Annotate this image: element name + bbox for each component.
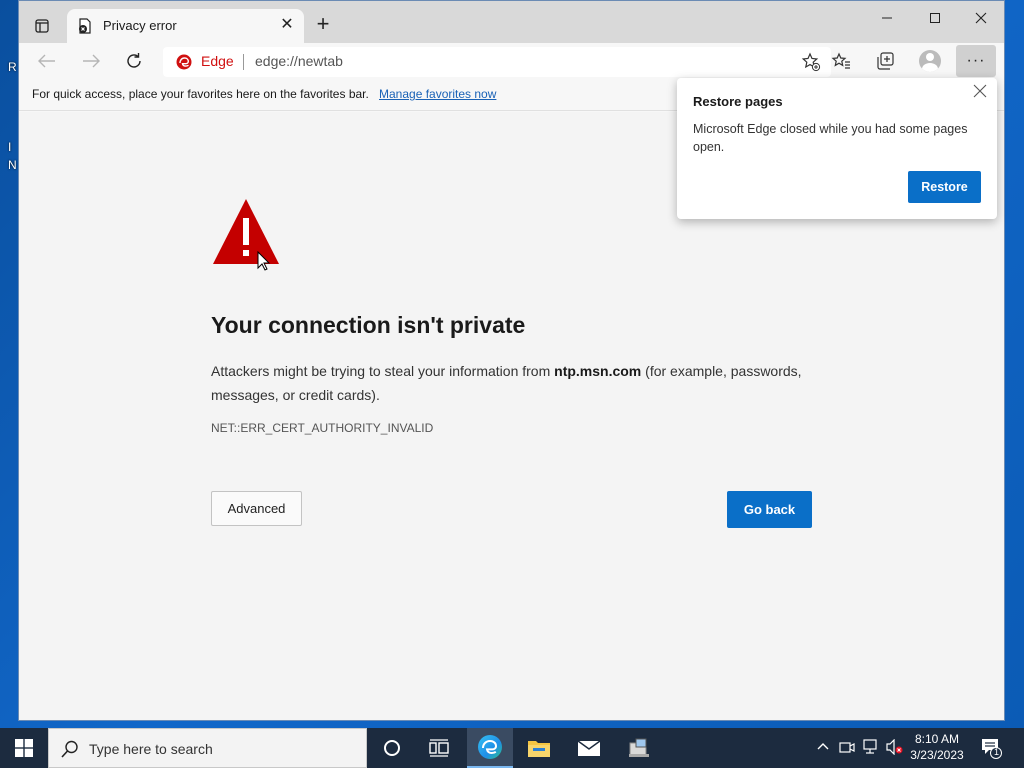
edge-taskbar-icon[interactable]: [467, 728, 513, 768]
mouse-cursor-icon: [257, 250, 271, 271]
add-favorite-icon[interactable]: [801, 52, 821, 72]
volume-muted-icon[interactable]: [886, 738, 903, 757]
collections-icon[interactable]: [870, 47, 900, 75]
search-icon: [61, 740, 79, 758]
forward-arrow-icon[interactable]: [77, 47, 105, 75]
address-separator: [243, 54, 244, 70]
close-popup-icon[interactable]: [971, 83, 989, 101]
show-hidden-icons-chevron-icon[interactable]: [815, 739, 831, 757]
back-arrow-icon[interactable]: [33, 47, 61, 75]
cortana-icon[interactable]: [369, 728, 415, 768]
error-code: NET::ERR_CERT_AUTHORITY_INVALID: [211, 421, 434, 435]
error-description-prefix: Attackers might be trying to steal your …: [211, 363, 555, 379]
edge-warning-icon: [176, 54, 192, 70]
search-placeholder: Type here to search: [89, 741, 213, 757]
refresh-icon[interactable]: [120, 47, 148, 75]
browser-window: Privacy error ✕ + Edge edge://newtab ···…: [18, 0, 1005, 721]
site-info-label[interactable]: Edge: [201, 53, 234, 69]
error-description: Attackers might be trying to steal your …: [211, 359, 821, 407]
file-explorer-icon[interactable]: [516, 728, 562, 768]
taskbar-clock[interactable]: 8:10 AM 3/23/2023: [904, 731, 970, 763]
clock-time: 8:10 AM: [914, 732, 960, 746]
restore-button[interactable]: Restore: [908, 171, 981, 203]
maximize-icon[interactable]: [912, 3, 958, 33]
taskbar: Type here to search 8:10 AM 3/23/2023 1: [0, 728, 1024, 768]
desktop-label-fragment: N: [8, 158, 17, 172]
popup-title: Restore pages: [693, 94, 783, 109]
title-bar: Privacy error ✕ +: [19, 1, 1004, 43]
favorites-bar-message: For quick access, place your favorites h…: [32, 87, 369, 101]
avatar-icon: [919, 50, 941, 72]
app-installer-icon[interactable]: [616, 728, 662, 768]
manage-favorites-link[interactable]: Manage favorites now: [379, 87, 496, 101]
privacy-error-icon: [77, 18, 93, 34]
error-host: ntp.msn.com: [554, 363, 642, 379]
task-view-icon[interactable]: [416, 728, 462, 768]
desktop-label-fragment: I: [8, 140, 12, 154]
minimize-icon[interactable]: [864, 3, 910, 33]
navigation-toolbar: Edge edge://newtab ···: [19, 43, 1004, 79]
address-bar[interactable]: Edge edge://newtab: [163, 47, 831, 77]
favorites-icon[interactable]: [826, 47, 856, 75]
error-title: Your connection isn't private: [211, 312, 526, 338]
popup-message: Microsoft Edge closed while you had some…: [693, 122, 968, 154]
close-window-icon[interactable]: [958, 3, 1004, 33]
meet-now-icon[interactable]: [839, 739, 855, 757]
action-center-icon[interactable]: 1: [980, 737, 1002, 759]
go-back-button[interactable]: Go back: [727, 491, 812, 528]
new-tab-button[interactable]: +: [311, 13, 335, 37]
tab-actions-icon[interactable]: [29, 13, 55, 39]
close-tab-icon[interactable]: ✕: [278, 16, 296, 34]
tab-title: Privacy error: [103, 18, 177, 33]
clock-date: 3/23/2023: [910, 748, 964, 762]
network-icon[interactable]: [863, 739, 879, 757]
advanced-button[interactable]: Advanced: [211, 491, 302, 526]
notification-count: 1: [993, 747, 999, 757]
url-text[interactable]: edge://newtab: [255, 53, 343, 69]
windows-start-icon[interactable]: [0, 728, 48, 768]
tab-privacy-error[interactable]: Privacy error ✕: [67, 9, 304, 43]
mail-icon[interactable]: [566, 728, 612, 768]
taskbar-search-box[interactable]: Type here to search: [48, 728, 367, 768]
settings-more-button[interactable]: ···: [956, 45, 996, 77]
restore-pages-popup: Restore pages Microsoft Edge closed whil…: [677, 78, 997, 219]
desktop-label-fragment: R: [8, 60, 17, 74]
profile-avatar[interactable]: [915, 47, 945, 75]
